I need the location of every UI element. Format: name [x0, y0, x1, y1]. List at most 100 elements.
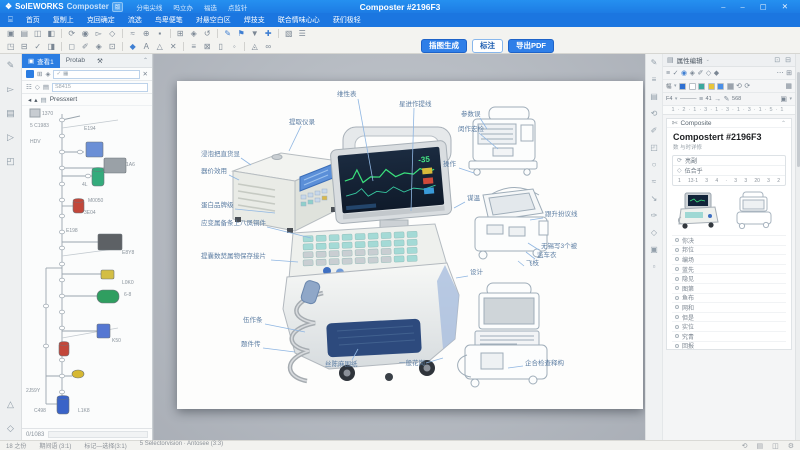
menu-item-2[interactable]: 克回确定 [87, 15, 115, 25]
pan-hand-icon[interactable]: ◇ [7, 423, 14, 434]
viewport-icon[interactable]: ◫ [31, 27, 45, 40]
info-row-0[interactable]: ⟳亮副 [673, 156, 785, 166]
overflow-icon[interactable]: ⋯ [777, 69, 784, 77]
collapse-panel-icon[interactable]: ⌃ [143, 57, 148, 64]
dot-tool-icon[interactable]: ▪ [153, 27, 167, 40]
property-row-10[interactable]: 究青 [672, 332, 786, 342]
grid-small-icon[interactable]: ⊞ [37, 70, 42, 78]
property-row-4[interactable]: 隐见 [672, 274, 786, 284]
pen-icon[interactable]: ✎ [221, 27, 235, 40]
tab-protab[interactable]: Protab [60, 57, 91, 64]
square-tool-icon[interactable]: ◻ [65, 40, 79, 53]
callout-label[interactable]: 闵作宏检 [458, 126, 484, 133]
callout-label[interactable]: 提囊数焚属物保存接片 [201, 253, 266, 260]
swap-icon[interactable]: ⟲ [736, 82, 742, 90]
illustration-page[interactable]: -35 [177, 81, 643, 409]
tree-part[interactable] [97, 290, 119, 303]
tree-part[interactable] [101, 270, 114, 279]
viewport[interactable]: -35 [154, 54, 645, 440]
sign-icon[interactable]: ✑ [651, 211, 658, 220]
up-tool-icon[interactable]: △ [7, 399, 14, 410]
line-device-bottom[interactable] [458, 283, 547, 387]
picker-icon[interactable]: ▣ [780, 95, 787, 103]
doc-breadcrumb[interactable]: ✄ Composite ⌃ [667, 119, 791, 128]
select-arrow-icon[interactable]: ▻ [92, 27, 106, 40]
triangle-tool-icon[interactable]: △ [153, 40, 167, 53]
refresh-view-icon[interactable]: ⟳ [65, 27, 79, 40]
edit-icon[interactable]: ✎ [651, 58, 658, 67]
title-menu-item-2[interactable]: 福选 [204, 2, 217, 12]
title-menu-item-0[interactable]: 分电尖线 [136, 2, 162, 12]
font-num-value[interactable]: 568 [732, 96, 741, 102]
expand-icon[interactable]: ◂ [28, 96, 31, 104]
picker-caret-icon[interactable]: ▾ [789, 96, 792, 102]
pencil-icon[interactable]: ✐ [79, 40, 93, 53]
layout-icon[interactable]: ◳ [4, 40, 18, 53]
zoom-in-icon[interactable]: ⊕ [140, 27, 154, 40]
restore-down-icon[interactable]: – [740, 2, 744, 11]
property-row-0[interactable]: 你决 [672, 236, 786, 246]
menu-item-3[interactable]: 流选 [128, 15, 142, 25]
callout-label[interactable]: 谋温 [467, 195, 480, 202]
export-pdf-button[interactable]: 导出PDF [508, 39, 554, 53]
callout-label[interactable]: 维性表 [337, 91, 357, 98]
grid-icon[interactable]: ⊞ [174, 27, 188, 40]
tree-filter-input[interactable]: ✓▦ [53, 70, 139, 79]
color-swatch-4[interactable] [717, 83, 724, 90]
generate-illustration-button[interactable]: 插图生成 [421, 39, 467, 53]
layers-icon[interactable]: ▤ [650, 92, 658, 101]
style-caret-icon[interactable]: ▾ [674, 83, 677, 89]
callout-label[interactable]: 题件传 [241, 341, 261, 348]
callout-label[interactable]: 设计 [470, 269, 483, 276]
sync-icon[interactable]: ⟲ [742, 442, 748, 450]
tab-wrench-icon[interactable]: ⚒ [91, 57, 109, 65]
tree-part[interactable] [86, 142, 103, 157]
menu-item-6[interactable]: 焊技支 [244, 15, 265, 25]
menu-item-0[interactable]: 首页 [26, 15, 40, 25]
delete-icon[interactable]: ✕ [167, 40, 181, 53]
title-menu-item-3[interactable]: 点监针 [228, 2, 248, 12]
pages-icon[interactable]: ▤ [18, 27, 32, 40]
callout-label[interactable]: 监车衣 [537, 252, 557, 259]
panel-grid-icon[interactable]: ⊞ [786, 69, 792, 77]
gem-b-icon[interactable]: ◆ [714, 69, 719, 77]
callout-label[interactable]: 一般花岗 [399, 360, 425, 367]
gem-icon[interactable]: ◈ [187, 27, 201, 40]
menu-item-8[interactable]: 获们极轻 [333, 15, 361, 25]
callout-label[interactable]: 操作 [443, 161, 456, 168]
pen2-icon[interactable]: ✐ [651, 126, 658, 135]
callout-label[interactable]: 丝陈麻围纸 [325, 361, 358, 368]
magnify-icon[interactable]: ◉ [681, 69, 687, 77]
property-row-5[interactable]: 图第 [672, 284, 786, 294]
tree-part[interactable] [97, 324, 110, 338]
property-row-6[interactable]: 鱼布 [672, 294, 786, 304]
screen-icon[interactable]: ▣ [4, 27, 18, 40]
fill-icon[interactable]: ▦ [785, 82, 792, 90]
list-icon[interactable]: ≡ [652, 75, 657, 84]
menu-item-7[interactable]: 联合情味心心 [278, 15, 320, 25]
grid-view-icon[interactable]: ▤ [756, 442, 763, 450]
color-swatch-5[interactable] [727, 83, 734, 90]
callout-label[interactable]: 企合检查释构 [525, 360, 564, 367]
thumbnail-colored[interactable] [675, 191, 721, 231]
dock-icon[interactable]: ⊡ [774, 56, 780, 64]
callout-label[interactable]: 跟升扮议线 [545, 211, 578, 218]
curve-tool-icon[interactable]: ≈ [126, 27, 140, 40]
callout-label[interactable]: 星进作提线 [399, 101, 432, 108]
check-icon[interactable]: ✓ [31, 40, 45, 53]
draw-icon[interactable]: ✎ [7, 60, 15, 71]
line-style-value[interactable]: ——— [680, 96, 697, 102]
crumb-collapse-icon[interactable]: ⌃ [781, 120, 786, 127]
brush-icon[interactable]: ✐ [697, 69, 703, 77]
small-dot-icon[interactable]: ◦ [228, 40, 242, 53]
flag-icon[interactable]: ⚑ [235, 27, 249, 40]
box-select-icon[interactable]: ⊠ [201, 40, 215, 53]
property-row-2[interactable]: 编场 [672, 255, 786, 265]
camera-icon[interactable]: ◉ [79, 27, 93, 40]
swap2-icon[interactable]: ⟳ [744, 82, 750, 90]
search-input[interactable]: S8415 [52, 83, 148, 92]
color-swatch-2[interactable] [698, 83, 705, 90]
property-row-1[interactable]: 邦位 [672, 246, 786, 256]
frame2-icon[interactable]: ◰ [650, 143, 658, 152]
tree-root-item[interactable]: ◂ ▴ ▤ Pressxert [22, 94, 152, 106]
